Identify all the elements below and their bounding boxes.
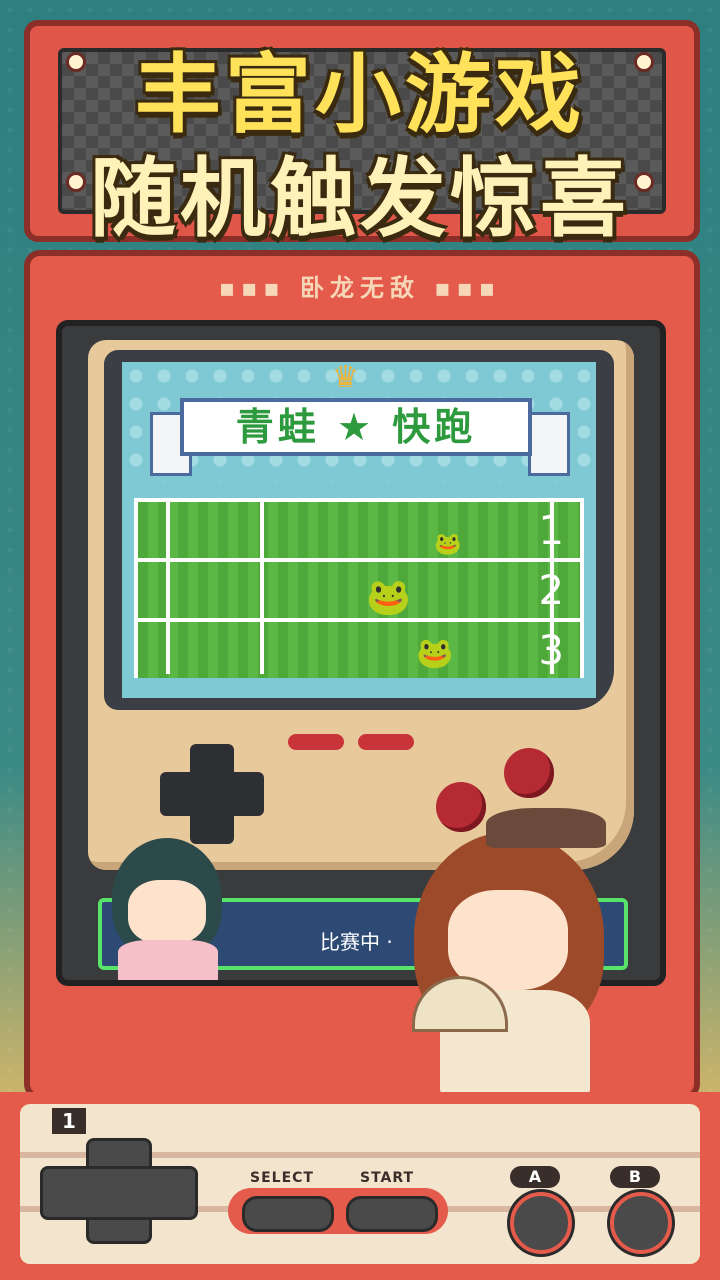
deck-b-button[interactable] <box>610 1192 672 1254</box>
headline-line2: 随机触发惊喜 <box>90 149 630 249</box>
race-lane: 2 <box>138 562 580 622</box>
start-line <box>166 502 170 674</box>
race-track: 1 2 3 <box>134 498 584 678</box>
player-badge: 1 <box>52 1108 86 1134</box>
start-line <box>260 502 264 674</box>
avatar-face <box>448 890 568 990</box>
hat-icon <box>486 808 606 848</box>
select-button[interactable] <box>242 1196 334 1232</box>
start-button[interactable] <box>346 1196 438 1232</box>
ribbon-right <box>528 412 570 476</box>
yellow-frog-icon[interactable]: 🐸 <box>366 576 411 618</box>
race-lane: 3 <box>138 622 580 678</box>
red-frog-icon[interactable]: 🐸 <box>434 532 461 557</box>
blue-frog-icon[interactable]: 🐸 <box>416 636 453 671</box>
dpad-icon[interactable] <box>160 772 264 816</box>
dots-icon: ▪▪▪ <box>420 274 502 302</box>
select-mini-button[interactable] <box>288 734 344 750</box>
finish-line <box>550 502 554 674</box>
race-status: 比赛中 · <box>320 930 393 954</box>
crown-icon: ♛ <box>332 360 359 395</box>
brand-label: 卧龙无敌 <box>300 274 420 302</box>
avatar-body <box>118 940 218 980</box>
start-label: START <box>360 1170 415 1186</box>
b-label: B <box>610 1166 660 1188</box>
a-label: A <box>510 1166 560 1188</box>
select-label: SELECT <box>250 1170 314 1186</box>
dots-icon: ▪▪▪ <box>218 274 300 302</box>
deck-a-button[interactable] <box>510 1192 572 1254</box>
b-button[interactable] <box>436 782 486 832</box>
deck-dpad-icon[interactable] <box>40 1166 198 1220</box>
start-mini-button[interactable] <box>358 734 414 750</box>
a-button[interactable] <box>504 748 554 798</box>
cabinet-brand: ▪▪▪ 卧龙无敌 ▪▪▪ <box>0 268 720 303</box>
race-lane: 1 <box>138 502 580 562</box>
avatar-face <box>128 880 206 944</box>
game-title: 青蛙 ★ 快跑 <box>180 398 532 456</box>
